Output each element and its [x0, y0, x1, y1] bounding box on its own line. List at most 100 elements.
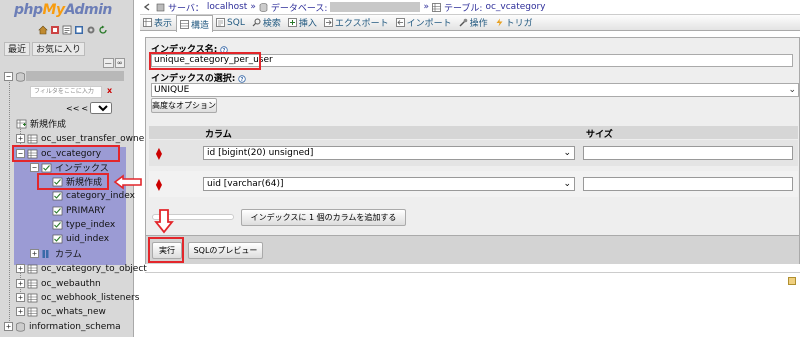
expand-icon[interactable]: +	[16, 264, 25, 273]
tree-index-item[interactable]: type_index	[52, 218, 115, 231]
tree-columns-node[interactable]: + カラム	[30, 247, 82, 260]
tree-table-item[interactable]: + oc_vcategory_to_object	[16, 262, 147, 275]
breadcrumb-bar: サーバ： localhost » データベース: » テーブル: oc_vcat…	[140, 0, 800, 14]
index-type-select[interactable]: UNIQUE ⌄	[151, 83, 799, 97]
collapse-all-button[interactable]: —	[103, 58, 114, 68]
link-with-main-button[interactable]: ∞	[114, 58, 125, 68]
search-icon	[252, 18, 261, 27]
index-column-row: ▲ ▼ id [bigint(20) unsigned] ⌄	[149, 140, 798, 166]
tab-search[interactable]: 検索	[249, 15, 285, 30]
collapse-icon[interactable]: −	[4, 72, 13, 81]
docs-icon[interactable]	[74, 25, 84, 35]
sql-query-icon[interactable]	[62, 25, 72, 35]
logo-my: My	[42, 2, 66, 18]
table-link[interactable]: oc_vcategory	[485, 2, 545, 12]
tab-label: 構造	[191, 20, 210, 31]
index-icon	[52, 206, 63, 215]
tree-index-item[interactable]: category_index	[52, 189, 135, 202]
tab-recent[interactable]: 最近	[4, 42, 31, 56]
tab-browse[interactable]: 表示	[140, 15, 176, 30]
tab-label: 操作	[469, 19, 488, 29]
table-label: テーブル:	[443, 3, 483, 14]
phpmyadmin-logo[interactable]: phpMyAdmin	[14, 2, 120, 24]
navigation-panel: phpMyAdmin 最近 お気に入り — ∞ − フィルタをここに入力 x <…	[0, 0, 148, 337]
tree-table-item[interactable]: + oc_webhook_listeners	[16, 291, 139, 304]
browse-icon	[143, 18, 152, 27]
tree-table-item[interactable]: + oc_whats_new	[16, 305, 106, 318]
reload-icon[interactable]	[98, 25, 108, 35]
tab-triggers[interactable]: トリガ	[492, 15, 537, 30]
new-table-icon	[16, 119, 27, 128]
tab-operations[interactable]: 操作	[456, 15, 492, 30]
column-header-size: サイズ	[586, 130, 613, 140]
table-icon	[432, 2, 441, 12]
database-icon	[259, 2, 268, 12]
logo-admin: Admin	[64, 2, 113, 18]
tab-import[interactable]: インポート	[393, 15, 456, 30]
server-link[interactable]: localhost	[207, 2, 247, 12]
column-select[interactable]: uid [varchar(64)] ⌄	[203, 177, 575, 191]
help-icon[interactable]: ?	[238, 74, 247, 83]
column-size-input[interactable]	[583, 146, 793, 160]
tree-new-table[interactable]: 新規作成	[16, 117, 66, 130]
clear-filter-button[interactable]: x	[107, 86, 112, 95]
triggers-icon	[496, 18, 503, 27]
tree-line	[9, 74, 10, 327]
pager-lt[interactable]: <	[81, 104, 88, 113]
expand-icon[interactable]: +	[4, 322, 13, 331]
table-tabs: 表示 構造 SQL 検索 挿入 エクスポート インポート 操作 トリガ	[140, 14, 800, 32]
index-column-row: ▲ ▼ uid [varchar(64)] ⌄	[149, 171, 798, 197]
preview-sql-button[interactable]: SQLのプレビュー	[188, 242, 263, 259]
back-arrow-icon[interactable]	[142, 2, 152, 12]
server-label: サーバ：	[168, 3, 204, 14]
tree-table-oc-user-transfer-owner[interactable]: + oc_user_transfer_owner	[16, 132, 148, 145]
tree-table-label: oc_whats_new	[41, 306, 106, 317]
tree-index-label: category_index	[66, 190, 135, 201]
column-size-input[interactable]	[583, 177, 793, 191]
index-icon	[52, 191, 63, 200]
advanced-options-button[interactable]: 高度なオプション	[151, 98, 217, 113]
chevron-down-icon: ⌄	[563, 179, 571, 189]
pager-prev[interactable]: <<	[66, 104, 79, 113]
tree-table-label: oc_webhook_listeners	[41, 292, 140, 303]
annotation-left-arrow-icon	[113, 174, 142, 190]
tab-favorites[interactable]: お気に入り	[32, 42, 86, 56]
drag-handle-icon[interactable]: ▲ ▼	[155, 178, 163, 192]
tree-index-label: PRIMARY	[66, 205, 106, 216]
export-icon	[324, 18, 333, 27]
tree-table-label: oc_user_transfer_owner	[41, 133, 148, 144]
tree-index-item[interactable]: uid_index	[52, 232, 109, 245]
console-icon[interactable]	[788, 277, 796, 285]
expand-icon[interactable]: +	[16, 307, 25, 316]
tree-index-item[interactable]: PRIMARY	[52, 204, 105, 217]
column-select[interactable]: id [bigint(20) unsigned] ⌄	[203, 146, 575, 160]
insert-icon	[288, 18, 297, 27]
tab-structure[interactable]: 構造	[176, 15, 214, 32]
highlight-box-new-index	[37, 173, 109, 190]
tree-table-item[interactable]: + oc_webauthn	[16, 277, 101, 290]
pager-select[interactable]: 5	[90, 102, 113, 114]
collapse-icon[interactable]: −	[30, 163, 39, 172]
tree-index-label: type_index	[66, 219, 116, 230]
database-link-redacted[interactable]	[330, 2, 421, 12]
tab-insert[interactable]: 挿入	[285, 15, 321, 30]
column-header-column: カラム	[205, 130, 232, 140]
expand-icon[interactable]: +	[16, 279, 25, 288]
table-filter-input[interactable]: フィルタをここに入力	[30, 86, 102, 98]
import-icon	[395, 18, 405, 27]
expand-icon[interactable]: +	[16, 293, 25, 302]
expand-icon[interactable]: +	[16, 134, 25, 143]
expand-icon[interactable]: +	[30, 249, 39, 258]
tree-database-information-schema[interactable]: + information_schema	[4, 320, 121, 333]
chevron-down-icon: ⌄	[788, 85, 796, 95]
add-column-to-index-button[interactable]: インデックスに 1 個のカラムを追加する	[241, 209, 406, 226]
drag-handle-icon[interactable]: ▲ ▼	[155, 147, 163, 161]
logout-icon[interactable]	[50, 25, 60, 35]
annotation-down-arrow-icon	[154, 209, 174, 234]
tab-export[interactable]: エクスポート	[321, 15, 393, 30]
index-type-value: UNIQUE	[154, 85, 190, 95]
highlight-box-table	[12, 145, 120, 162]
home-icon[interactable]	[38, 25, 48, 35]
settings-icon[interactable]	[86, 25, 96, 35]
tab-sql[interactable]: SQL	[213, 15, 249, 30]
